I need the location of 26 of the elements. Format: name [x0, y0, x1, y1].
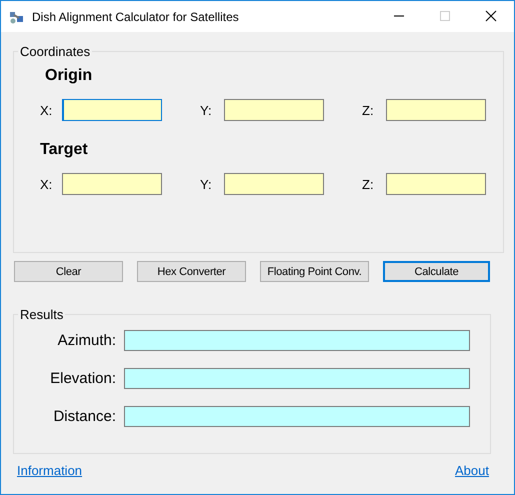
- field-label: Z:: [362, 102, 375, 118]
- action-button[interactable]: Calculate: [383, 261, 490, 282]
- field-label: Y:: [200, 102, 213, 118]
- field-label: Z:: [362, 176, 375, 192]
- input-field[interactable]: [62, 99, 162, 121]
- group-title: Coordinates: [19, 44, 92, 59]
- field-label: Y:: [200, 176, 213, 192]
- link[interactable]: About: [455, 463, 489, 478]
- link[interactable]: Information: [17, 463, 82, 478]
- input-field[interactable]: [386, 99, 486, 121]
- field-label: X:: [40, 176, 54, 192]
- group-title: Results: [19, 307, 64, 322]
- action-button[interactable]: Hex Converter: [137, 261, 246, 282]
- input-field[interactable]: [62, 173, 162, 195]
- action-button[interactable]: Floating Point Conv.: [260, 261, 369, 282]
- action-button[interactable]: Clear: [14, 261, 123, 282]
- section-heading: Origin: [45, 67, 94, 86]
- result-label: Azimuth:: [56, 332, 116, 349]
- input-field[interactable]: [224, 99, 324, 121]
- input-field[interactable]: [386, 173, 486, 195]
- section-heading: Target: [40, 141, 89, 160]
- result-label: Distance:: [52, 408, 116, 425]
- window-title: Dish Alignment Calculator for Satellites: [32, 10, 240, 24]
- result-label: Elevation:: [49, 370, 116, 387]
- field-label: X:: [40, 102, 54, 118]
- input-field[interactable]: [224, 173, 324, 195]
